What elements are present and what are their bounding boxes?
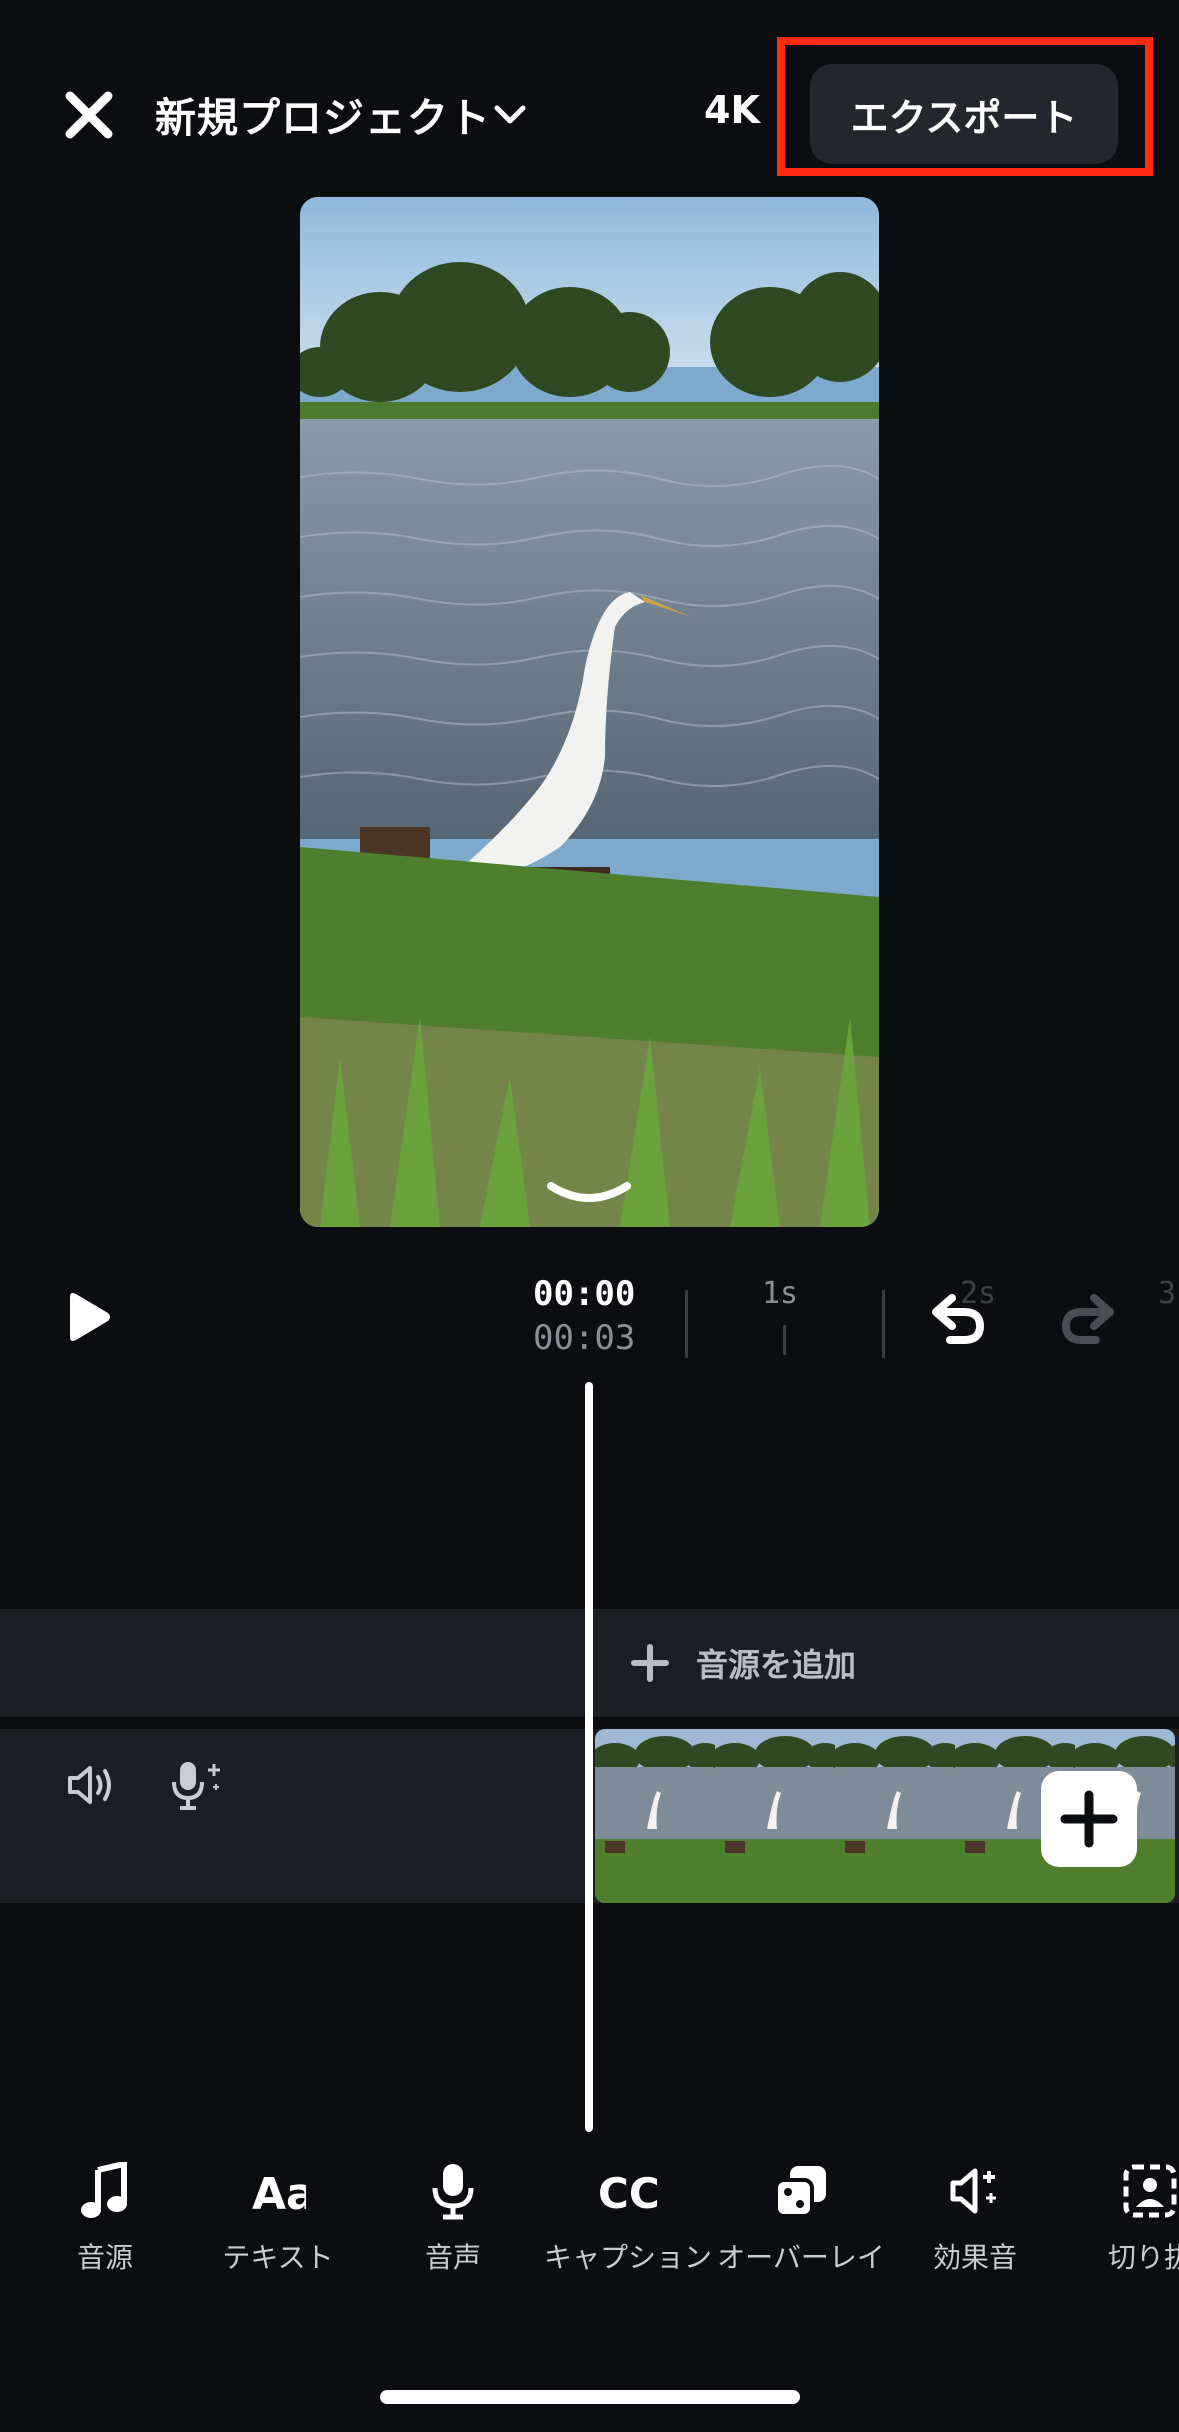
close-icon (65, 91, 113, 139)
sound-effect-icon (890, 2160, 1060, 2222)
export-highlight-box (777, 37, 1153, 176)
chevron-down-icon[interactable] (492, 100, 528, 130)
cutout-icon (1065, 2160, 1179, 2222)
tool-label: 音源 (76, 2241, 133, 2274)
redo-icon (1061, 1294, 1114, 1344)
undo-button[interactable] (928, 1290, 988, 1346)
tool-label: テキスト (222, 2241, 334, 2274)
ruler-tick (783, 1325, 786, 1355)
playhead[interactable] (585, 1382, 593, 2132)
tool-label: 音声 (424, 2241, 481, 2274)
total-duration: 00:03 (533, 1318, 636, 1358)
text-aa-icon: Aa (193, 2160, 363, 2222)
voiceover-add-icon[interactable] (170, 1758, 226, 1812)
music-note-icon (20, 2160, 190, 2222)
project-title[interactable]: 新規プロジェクト (155, 84, 491, 144)
add-audio-button[interactable]: 音源を追加 (630, 1640, 856, 1686)
add-clip-button[interactable] (1041, 1771, 1137, 1867)
tool-label: キャプション (543, 2241, 712, 2274)
redo-button[interactable] (1058, 1290, 1118, 1346)
ruler-tick (882, 1290, 885, 1358)
volume-icon[interactable] (66, 1760, 116, 1810)
resolution-selector[interactable]: 4K (704, 88, 760, 132)
tool-text[interactable]: Aa テキスト (193, 2160, 363, 2278)
ruler-tick (685, 1290, 688, 1358)
undo-icon (932, 1294, 985, 1344)
tool-cutout[interactable]: 切り抜 (1065, 2160, 1179, 2278)
preview-image (300, 197, 879, 1227)
microphone-icon (368, 2160, 538, 2222)
ruler-label-3s: 3 (1158, 1276, 1177, 1311)
home-indicator (380, 2390, 800, 2404)
tool-captions[interactable]: CC キャプション (543, 2160, 713, 2278)
svg-text:CC: CC (598, 2169, 658, 2216)
tool-sound-effects[interactable]: 効果音 (890, 2160, 1060, 2278)
svg-text:Aa: Aa (252, 2169, 306, 2219)
captions-cc-icon: CC (543, 2160, 713, 2222)
tool-music[interactable]: 音源 (20, 2160, 190, 2278)
add-audio-label: 音源を追加 (696, 1646, 857, 1684)
tool-label: 効果音 (932, 2241, 1017, 2274)
tool-overlay[interactable]: オーバーレイ (716, 2160, 886, 2278)
play-button[interactable] (64, 1291, 112, 1343)
collapse-preview-icon[interactable] (545, 1180, 633, 1206)
ruler-label-1s: 1s (762, 1276, 799, 1311)
tool-label: 切り抜 (1107, 2241, 1179, 2274)
tool-label: オーバーレイ (717, 2241, 885, 2274)
plus-icon (1060, 1790, 1118, 1848)
plus-icon (631, 1644, 669, 1682)
video-preview[interactable] (300, 197, 879, 1227)
close-button[interactable] (62, 88, 116, 142)
overlay-icon (716, 2160, 886, 2222)
tool-voice[interactable]: 音声 (368, 2160, 538, 2278)
play-icon (70, 1293, 110, 1341)
current-time: 00:00 (533, 1274, 636, 1314)
